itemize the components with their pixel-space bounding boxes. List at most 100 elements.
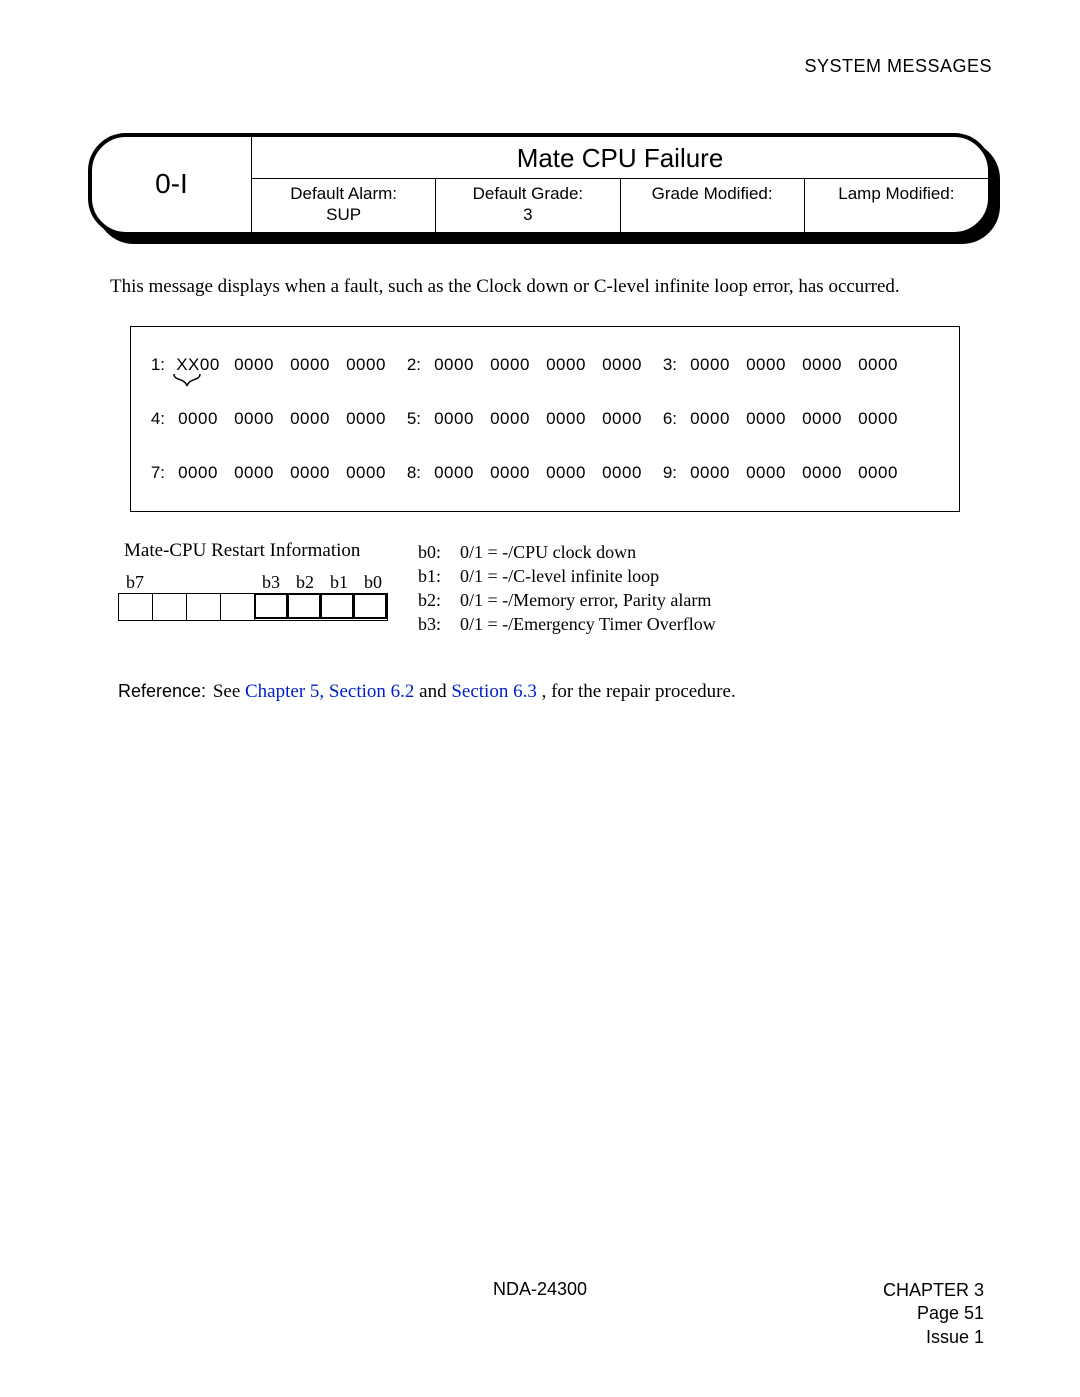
dump-word: 0000 xyxy=(599,355,645,375)
dump-word: 0000 xyxy=(231,463,277,483)
bit-legend: b0: 0/1 = -/CPU clock down b1: 0/1 = -/C-le… xyxy=(418,540,716,637)
dump-word: 0000 xyxy=(431,409,477,429)
bit-label: b7 xyxy=(118,572,152,593)
bit-box xyxy=(187,594,221,620)
bit-box xyxy=(287,593,321,619)
dump-row: 7: 0000 0000 0000 0000 8: 0000 0000 0000 0000 9: 00… xyxy=(143,463,947,483)
legend-text: 0/1 = -/Memory error, Parity alarm xyxy=(460,588,711,612)
legend-text: 0/1 = -/Emergency Timer Overflow xyxy=(460,612,716,636)
message-description: This message displays when a fault, such… xyxy=(110,276,992,298)
page-footer: NDA-24300 CHAPTER 3 Page 51 Issue 1 xyxy=(0,1279,1080,1349)
dump-word: 0000 xyxy=(743,463,789,483)
footer-issue: Issue 1 xyxy=(883,1326,984,1349)
dump-word: 0000 xyxy=(231,355,277,375)
dump-group-label: 8: xyxy=(399,463,421,483)
bit-box xyxy=(119,594,153,620)
dump-group-label: 6: xyxy=(655,409,677,429)
dump-word: 0000 xyxy=(855,355,901,375)
default-alarm-value: SUP xyxy=(326,205,361,224)
bit-box xyxy=(254,593,288,619)
legend-key: b3: xyxy=(418,612,446,636)
dump-word: 0000 xyxy=(799,355,845,375)
dump-word: 0000 xyxy=(487,463,533,483)
legend-key: b0: xyxy=(418,540,446,564)
dump-word: 0000 xyxy=(687,463,733,483)
bit-box xyxy=(221,594,255,620)
message-card: 0-I Mate CPU Failure Default Alarm: SUP … xyxy=(88,133,992,236)
hex-dump-box: 1: XX00 0000 0000 0000 2: 0000 0000 0000 0000 3: 00… xyxy=(130,326,960,512)
running-head: SYSTEM MESSAGES xyxy=(88,56,992,77)
dump-group-label: 7: xyxy=(143,463,165,483)
dump-word: 0000 xyxy=(599,409,645,429)
dump-word: 0000 xyxy=(231,409,277,429)
default-grade-cell: Default Grade: 3 xyxy=(436,179,620,232)
dump-word: 0000 xyxy=(743,409,789,429)
dump-word: 0000 xyxy=(799,409,845,429)
footer-doc-number: NDA-24300 xyxy=(493,1279,587,1300)
dump-word: 0000 xyxy=(287,409,333,429)
dump-word: 0000 xyxy=(687,355,733,375)
message-title: Mate CPU Failure xyxy=(252,137,988,179)
legend-row: b0: 0/1 = -/CPU clock down xyxy=(418,540,716,564)
reference-label: Reference: xyxy=(118,681,206,701)
dump-word: 0000 xyxy=(431,355,477,375)
dump-word: 0000 xyxy=(799,463,845,483)
reference-link-1[interactable]: Chapter 5, Section 6.2 xyxy=(245,681,414,702)
dump-word: 0000 xyxy=(487,409,533,429)
bit-label: b2 xyxy=(288,572,322,593)
dump-word: 0000 xyxy=(175,463,221,483)
grade-modified-cell: Grade Modified: xyxy=(621,179,805,232)
legend-text: 0/1 = -/C-level infinite loop xyxy=(460,564,659,588)
legend-row: b3: 0/1 = -/Emergency Timer Overflow xyxy=(418,612,716,636)
bit-label xyxy=(152,572,186,593)
dump-word: 0000 xyxy=(431,463,477,483)
dump-word: 0000 xyxy=(855,409,901,429)
brace-icon xyxy=(173,373,201,387)
legend-text: 0/1 = -/CPU clock down xyxy=(460,540,636,564)
bit-label xyxy=(186,572,220,593)
default-grade-label: Default Grade: xyxy=(473,184,584,203)
dump-word: 0000 xyxy=(487,355,533,375)
lamp-modified-label: Lamp Modified: xyxy=(838,184,954,203)
dump-group-label: 5: xyxy=(399,409,421,429)
dump-word: 0000 xyxy=(687,409,733,429)
dump-group-label: 4: xyxy=(143,409,165,429)
default-grade-value: 3 xyxy=(523,205,532,224)
default-alarm-cell: Default Alarm: SUP xyxy=(252,179,436,232)
footer-chapter: CHAPTER 3 xyxy=(883,1279,984,1302)
dump-word: 0000 xyxy=(543,463,589,483)
dump-word: 0000 xyxy=(287,463,333,483)
dump-word: 0000 xyxy=(343,355,389,375)
grade-modified-label: Grade Modified: xyxy=(652,184,773,203)
bit-label xyxy=(220,572,254,593)
dump-group-label: 2: xyxy=(399,355,421,375)
default-alarm-label: Default Alarm: xyxy=(290,184,397,203)
legend-row: b1: 0/1 = -/C-level infinite loop xyxy=(418,564,716,588)
dump-row: 4: 0000 0000 0000 0000 5: 0000 0000 0000 0000 6: 00… xyxy=(143,409,947,429)
dump-word: XX00 xyxy=(175,355,221,375)
bit-label: b1 xyxy=(322,572,356,593)
reference-prefix: See xyxy=(213,681,245,702)
dump-word: 0000 xyxy=(287,355,333,375)
legend-row: b2:0/1 = -/Memory error, Parity alarm xyxy=(418,588,716,612)
dump-group-label: 3: xyxy=(655,355,677,375)
dump-word: 0000 xyxy=(343,463,389,483)
reference-line: Reference: See Chapter 5, Section 6.2 an… xyxy=(118,681,992,703)
legend-key: b1: xyxy=(418,564,446,588)
reference-suffix: , for the repair procedure. xyxy=(542,681,736,702)
footer-page: Page 51 xyxy=(883,1302,984,1325)
dump-group-label: 9: xyxy=(655,463,677,483)
reference-middle: and xyxy=(419,681,451,702)
dump-word: 0000 xyxy=(543,355,589,375)
bit-label: b3 xyxy=(254,572,288,593)
dump-word: 0000 xyxy=(855,463,901,483)
dump-group-label: 1: xyxy=(143,355,165,375)
reference-link-2[interactable]: Section 6.3 xyxy=(451,681,537,702)
bit-table-title: Mate-CPU Restart Information xyxy=(124,540,390,562)
message-code: 0-I xyxy=(92,137,252,232)
lamp-modified-cell: Lamp Modified: xyxy=(805,179,988,232)
bit-table: Mate-CPU Restart Information b7b3b2b1b0 xyxy=(118,540,390,637)
dump-word: 0000 xyxy=(599,463,645,483)
dump-word: 0000 xyxy=(543,409,589,429)
bit-box xyxy=(353,593,387,619)
